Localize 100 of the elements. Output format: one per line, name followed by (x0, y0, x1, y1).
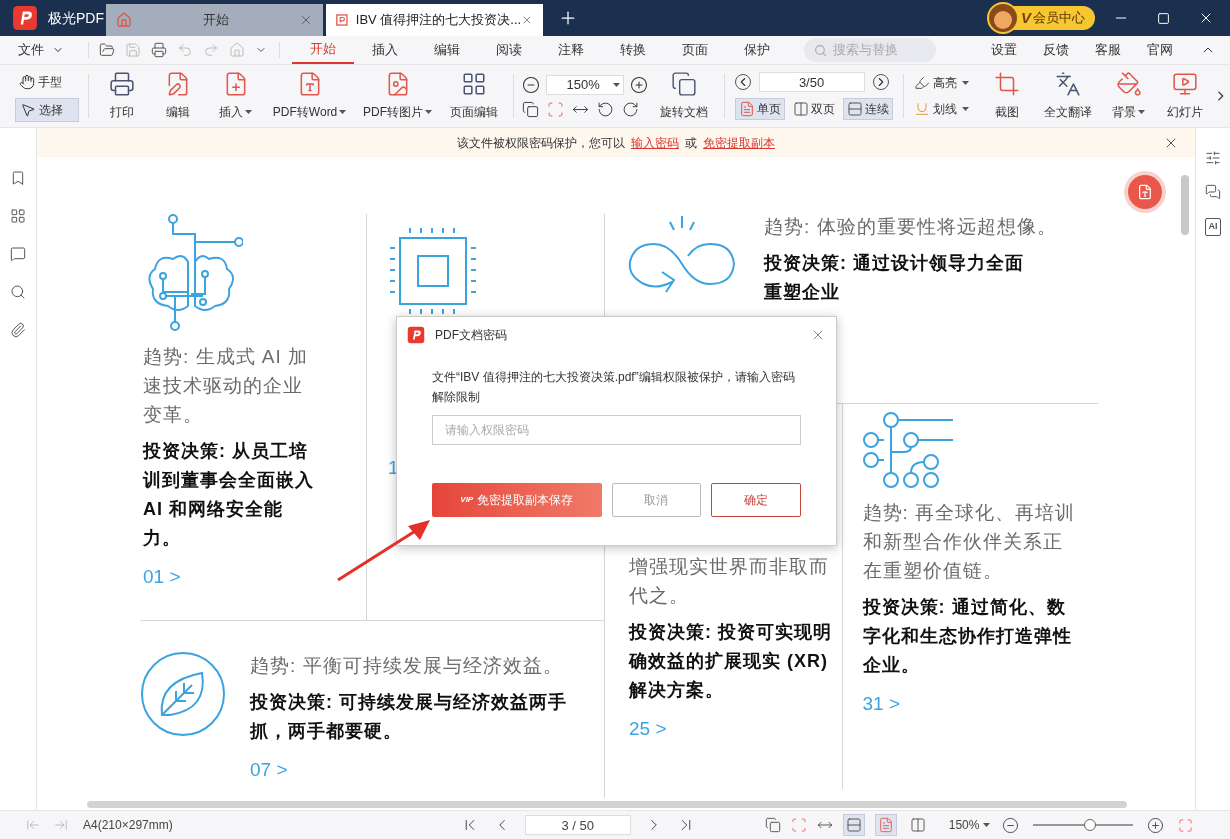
close-tab-icon[interactable] (299, 13, 313, 27)
rotate-left-icon[interactable] (596, 100, 614, 118)
notice-bar: 该文件被权限密码保护，您可以 输入密码 或 免密提取副本 (37, 128, 1195, 157)
zoom-select[interactable]: 150% (545, 74, 624, 95)
pointer-icon (20, 102, 36, 118)
maximize-icon[interactable] (1157, 11, 1170, 25)
confirm-button[interactable]: 确定 (711, 483, 801, 517)
toolbar-button[interactable]: 全文翻译 (1034, 71, 1101, 121)
password-field[interactable]: 请输入权限密码 (432, 415, 801, 445)
view-mode-button[interactable]: 双页 (788, 98, 839, 120)
slideshow-icon (1171, 71, 1198, 97)
mode-button[interactable]: 选择 (15, 98, 79, 122)
caret-icon (961, 81, 969, 85)
vertical-scrollbar[interactable] (1181, 175, 1189, 235)
ai-button[interactable]: AI (1205, 218, 1221, 236)
chip-icon (388, 226, 478, 316)
printer-icon (108, 71, 135, 97)
zoom-out-icon[interactable] (521, 75, 540, 94)
enter-password-link[interactable]: 输入密码 (631, 133, 679, 152)
print-icon[interactable] (151, 42, 167, 58)
settings-sliders-icon[interactable] (1205, 150, 1221, 166)
app-name: 极光PDF (48, 8, 104, 28)
markup-button[interactable]: 高亮 (913, 74, 969, 92)
menu-link[interactable]: 官网 (1134, 40, 1186, 60)
continuous-page-icon (846, 101, 863, 117)
ribbon-tab[interactable]: 阅读 (478, 36, 540, 64)
translate-icon (1054, 71, 1081, 97)
app-logo-icon (407, 326, 425, 344)
zoom-in-icon[interactable] (629, 75, 648, 94)
rotate-pages-icon (670, 71, 697, 97)
decision-text: 投资决策: 投资可实现明确效益的扩展现实 (XR) 解决方案。 (629, 621, 833, 702)
document-tab[interactable]: IBV 值得押注的七大投资决... (326, 4, 543, 36)
decision-text: 投资决策: 从员工培训到董事会全面嵌入 AI 和网络安全能力。 (143, 440, 315, 550)
toolbar-button[interactable]: PDF转图片 (352, 71, 443, 121)
actual-size-icon[interactable] (521, 100, 539, 118)
thumbnails-icon[interactable] (10, 208, 26, 224)
document-tab[interactable]: 开始 (106, 4, 323, 36)
search-icon (814, 43, 827, 57)
decision-text: 投资决策: 可持续发展与经济效益两手抓，两手都要硬。 (250, 691, 568, 744)
menu-link[interactable]: 客服 (1082, 40, 1134, 60)
toolbar-button[interactable]: 截图 (978, 71, 1035, 121)
pdf-file-icon (336, 13, 348, 27)
zoom-slider-thumb[interactable] (1084, 819, 1097, 831)
view-mode-button[interactable] (874, 814, 897, 836)
mascot-icon (987, 2, 1019, 34)
view-mode-button[interactable]: 单页 (734, 98, 785, 120)
mode-button[interactable]: 手型 (15, 70, 79, 94)
ribbon-tab[interactable]: 页面 (664, 36, 726, 64)
extract-copy-link[interactable]: 免密提取副本 (703, 133, 775, 152)
vip-tag: V (1021, 6, 1031, 30)
menu-link[interactable]: 设置 (978, 40, 1030, 60)
bookmark-icon[interactable] (10, 170, 26, 186)
view-mode-button[interactable] (842, 814, 865, 836)
search-icon[interactable] (10, 284, 26, 300)
actual-size-icon[interactable] (764, 817, 781, 833)
rotate-document-button[interactable]: 旋转文档 (653, 71, 714, 121)
view-mode-button[interactable]: 连续 (842, 98, 893, 120)
paint-bucket-icon (1115, 71, 1142, 97)
vip-tag: VIP (460, 494, 474, 506)
ribbon-tab[interactable]: 转换 (602, 36, 664, 64)
markup-button[interactable]: 划线 (913, 100, 969, 118)
rotate-right-icon[interactable] (621, 100, 639, 118)
menu-link[interactable]: 反馈 (1030, 40, 1082, 60)
file-menu[interactable]: 文件 (18, 40, 78, 60)
page-number-field[interactable]: 3 / 50 (524, 815, 631, 835)
toolbar-button[interactable]: 打印 (92, 71, 151, 121)
paper-size: A4(210×297mm) (83, 817, 173, 834)
extract-copy-button[interactable]: VIP 免密提取副本保存 (432, 483, 602, 517)
ribbon-tab[interactable]: 保护 (726, 36, 788, 64)
attachment-icon[interactable] (10, 322, 26, 338)
toolbar-button[interactable]: 编辑 (150, 71, 205, 121)
caret-icon (425, 110, 433, 114)
toolbar-button[interactable]: 幻灯片 (1156, 71, 1213, 121)
single-page-icon (738, 101, 755, 117)
toolbar-button[interactable]: 背景 (1100, 71, 1157, 121)
zoom-in-icon[interactable] (1147, 816, 1165, 834)
page-grid-icon (460, 71, 487, 97)
hand-icon (19, 74, 35, 90)
horizontal-scrollbar[interactable] (87, 800, 1127, 808)
node-network-icon (862, 412, 953, 488)
decision-text: 投资决策: 通过简化、数字化和生态协作打造弹性企业。 (862, 596, 1073, 677)
comment-icon[interactable] (10, 246, 26, 262)
caret-icon (339, 110, 347, 114)
double-page-icon (792, 101, 809, 117)
open-folder-icon[interactable] (99, 42, 115, 58)
ribbon-tab[interactable]: 注释 (540, 36, 602, 64)
trend-text: 趋势: 再全球化、再培训和新型合作伙伴关系正在重塑价值链。 (862, 501, 1077, 583)
ribbon-tab[interactable]: 插入 (354, 36, 416, 64)
trend-text: 增强现实世界而非取而代之。 (629, 555, 830, 608)
page-number-field[interactable]: 3/50 (758, 72, 865, 92)
toolbar-button[interactable]: PDF转Word (266, 71, 353, 121)
toolbar-button[interactable]: 插入 (204, 71, 267, 121)
zoom-select[interactable]: 150% (948, 816, 991, 834)
zoom-out-icon[interactable] (1002, 816, 1020, 834)
dialog-message: 文件“IBV 值得押注的七大投资决策.pdf”编辑权限被保护，请输入密码解除限制 (432, 369, 796, 406)
chat-icon[interactable] (1205, 184, 1221, 200)
toolbar-button[interactable]: 页面编辑 (442, 71, 505, 121)
ribbon-tab[interactable]: 编辑 (416, 36, 478, 64)
trend-text: 趋势: 平衡可持续发展与经济效益。 (250, 654, 564, 679)
trend-text: 趋势: 生成式 AI 加速技术驱动的企业变革。 (143, 345, 310, 427)
